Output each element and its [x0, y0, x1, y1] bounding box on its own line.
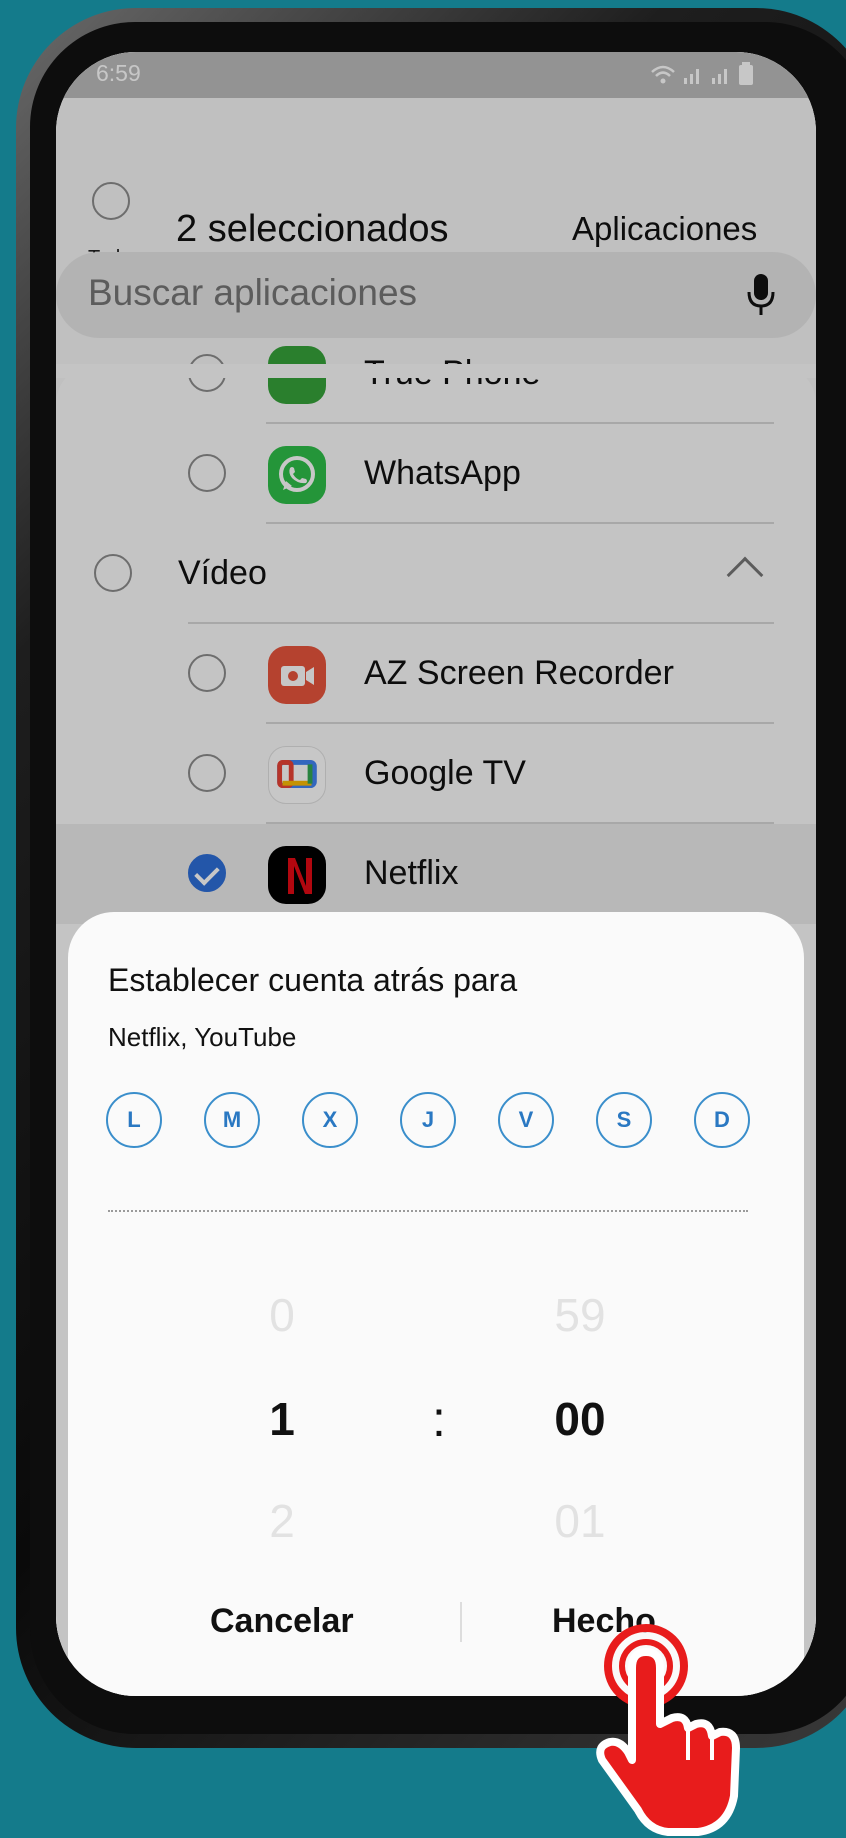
day-button-m[interactable]: M [204, 1092, 260, 1148]
day-selector: L M X J V S D [106, 1092, 766, 1152]
hour-current[interactable]: 1 [222, 1392, 342, 1446]
minute-prev[interactable]: 59 [520, 1288, 640, 1342]
minute-next[interactable]: 01 [520, 1494, 640, 1548]
countdown-sheet: Establecer cuenta atrás para Netflix, Yo… [68, 912, 804, 1696]
sheet-title: Establecer cuenta atrás para [108, 962, 518, 998]
minute-current[interactable]: 00 [520, 1392, 640, 1446]
cancel-button[interactable]: Cancelar [210, 1602, 354, 1641]
time-separator: : [432, 1391, 446, 1447]
sheet-apps: Netflix, YouTube [108, 1022, 297, 1052]
hour-next[interactable]: 2 [222, 1494, 342, 1548]
pointing-hand-icon [596, 1624, 740, 1836]
day-button-d[interactable]: D [694, 1092, 750, 1148]
button-divider [460, 1602, 462, 1642]
day-button-x[interactable]: X [302, 1092, 358, 1148]
hour-prev[interactable]: 0 [222, 1288, 342, 1342]
dotted-divider [108, 1210, 748, 1212]
app-selection-screen: 6:59 Todo 2 selecc [56, 52, 816, 1696]
day-button-l[interactable]: L [106, 1092, 162, 1148]
day-button-j[interactable]: J [400, 1092, 456, 1148]
day-button-s[interactable]: S [596, 1092, 652, 1148]
day-button-v[interactable]: V [498, 1092, 554, 1148]
phone-screen: 6:59 Todo 2 selecc [56, 52, 816, 1696]
